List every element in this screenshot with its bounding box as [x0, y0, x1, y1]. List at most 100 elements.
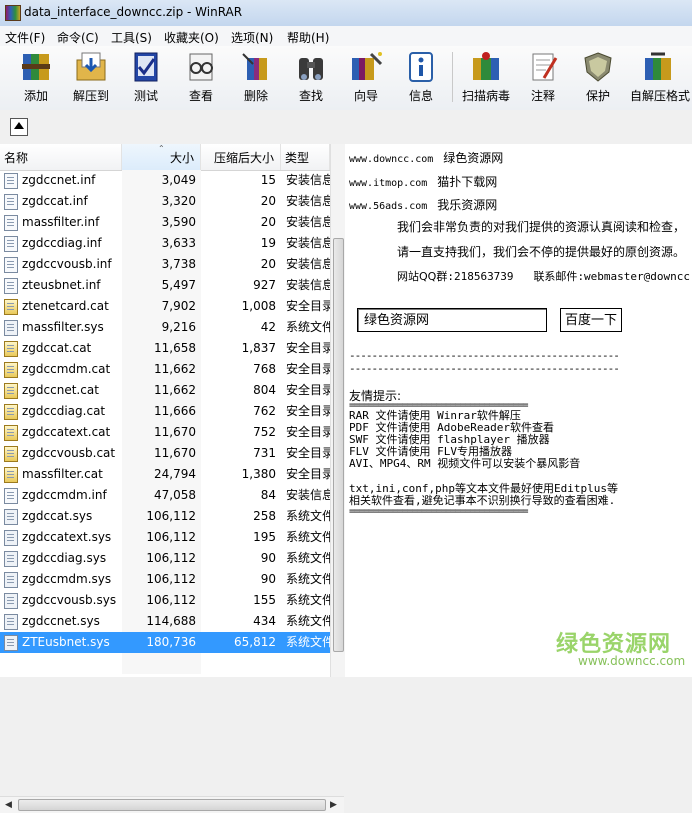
file-size: 3,738 — [161, 257, 196, 271]
scroll-left-icon[interactable]: ◀ — [5, 800, 12, 810]
file-row[interactable]: zgdccvousb.cat 11,670 731 安全目录 — [0, 443, 330, 464]
file-row[interactable]: zgdccdiag.inf 3,633 19 安装信息 — [0, 233, 330, 254]
vertical-scrollbar[interactable] — [330, 144, 345, 677]
file-type: 安全目录 — [286, 341, 330, 355]
vertical-scroll-thumb[interactable] — [333, 238, 344, 652]
file-row[interactable]: massfilter.sys 9,216 42 系统文件 — [0, 317, 330, 338]
file-row[interactable]: zgdccnet.cat 11,662 804 安全目录 — [0, 380, 330, 401]
info-button[interactable]: 信息 — [393, 48, 449, 106]
file-packed-size: 258 — [253, 509, 276, 523]
file-size: 7,902 — [161, 299, 196, 313]
file-packed-size: 155 — [253, 593, 276, 607]
file-row[interactable]: massfilter.cat 24,794 1,380 安全目录 — [0, 464, 330, 485]
sfx-label: 自解压格式 — [630, 89, 691, 103]
file-type: 安装信息 — [286, 278, 330, 292]
file-row[interactable]: zgdccvousb.sys 106,112 155 系统文件 — [0, 590, 330, 611]
column-packed[interactable]: 压缩后大小 — [201, 144, 281, 170]
file-type: 系统文件 — [286, 509, 330, 523]
file-row[interactable]: zgdccat.cat 11,658 1,837 安全目录 — [0, 338, 330, 359]
comment-label: 注释 — [530, 89, 555, 103]
site-line: www.downcc.com 绿色资源网 — [349, 149, 503, 166]
site-url: www.itmop.com — [349, 178, 428, 189]
file-packed-size: 15 — [260, 173, 276, 187]
file-row[interactable]: zgdccat.sys 106,112 258 系统文件 — [0, 506, 330, 527]
file-size: 106,112 — [146, 572, 196, 586]
file-row[interactable]: zteusbnet.inf 5,497 927 安装信息 — [0, 275, 330, 296]
column-name[interactable]: 名称 — [0, 144, 122, 170]
menu-help[interactable]: 帮助(H) — [287, 29, 329, 46]
file-row[interactable]: massfilter.inf 3,590 20 安装信息 — [0, 212, 330, 233]
file-packed-size: 20 — [260, 215, 276, 229]
file-row[interactable]: ZTEusbnet.sys 180,736 65,812 系统文件 — [0, 632, 330, 653]
cat-file-icon — [4, 299, 18, 315]
menu-options[interactable]: 选项(N) — [231, 29, 273, 46]
file-row[interactable]: zgdccatext.cat 11,670 752 安全目录 — [0, 422, 330, 443]
file-row[interactable]: zgdccdiag.cat 11,666 762 安全目录 — [0, 401, 330, 422]
tip-line: AVI、MPG4、RM 视频文件可以安装个暴风影音 — [349, 457, 581, 470]
file-row[interactable]: zgdccat.inf 3,320 20 安装信息 — [0, 191, 330, 212]
file-type: 系统文件 — [286, 614, 330, 628]
watermark-url: www.downcc.com — [578, 654, 686, 668]
view-button[interactable]: 查看 — [173, 48, 229, 106]
up-folder-icon[interactable] — [10, 118, 28, 136]
file-row[interactable]: zgdccmdm.sys 106,112 90 系统文件 — [0, 569, 330, 590]
file-row[interactable]: zgdccnet.sys 114,688 434 系统文件 — [0, 611, 330, 632]
file-row[interactable]: zgdccvousb.inf 3,738 20 安装信息 — [0, 254, 330, 275]
file-row[interactable]: zgdccmdm.cat 11,662 768 安全目录 — [0, 359, 330, 380]
menu-file[interactable]: 文件(F) — [5, 29, 45, 46]
column-type[interactable]: 类型 — [281, 144, 330, 170]
find-button[interactable]: 查找 — [283, 48, 339, 106]
sys-file-icon — [4, 593, 18, 609]
menu-commands[interactable]: 命令(C) — [57, 29, 99, 46]
file-size: 106,112 — [146, 530, 196, 544]
sfx-button[interactable]: 自解压格式 — [630, 48, 691, 106]
extract-to-button[interactable]: 解压到 — [63, 48, 119, 106]
protect-button[interactable]: 保护 — [570, 48, 626, 106]
comment-button[interactable]: 注释 — [515, 48, 571, 106]
file-packed-size: 1,380 — [241, 467, 276, 481]
site-name: 绿色资源网 — [443, 151, 504, 165]
sys-file-icon — [4, 530, 18, 546]
file-row[interactable]: zgdccdiag.sys 106,112 90 系统文件 — [0, 548, 330, 569]
file-row[interactable]: zgdccnet.inf 3,049 15 安装信息 — [0, 170, 330, 191]
file-list: 名称 ⌃ 大小 压缩后大小 类型 zgdccnet.inf 3,049 15 安装信息… — [0, 144, 345, 813]
file-size: 106,112 — [146, 551, 196, 565]
inf-file-icon — [4, 194, 18, 210]
info-icon — [404, 50, 438, 84]
file-row[interactable]: ztenetcard.cat 7,902 1,008 安全目录 — [0, 296, 330, 317]
file-name: massfilter.sys — [22, 320, 104, 334]
file-rows: zgdccnet.inf 3,049 15 安装信息 zgdccat.inf 3,320 2… — [0, 170, 330, 653]
scroll-right-icon[interactable]: ▶ — [330, 800, 337, 810]
toolbar: 添加 解压到 测试 查看 删除 查找 向导 信息 扫描病毒 注释 保护 自解压格… — [0, 46, 692, 111]
horizontal-scroll-thumb[interactable] — [18, 799, 326, 811]
file-packed-size: 20 — [260, 257, 276, 271]
file-row[interactable]: zgdccmdm.inf 47,058 84 安装信息 — [0, 485, 330, 506]
file-name: zgdccmdm.sys — [22, 572, 112, 586]
comment-icon — [526, 50, 560, 84]
file-name: ztenetcard.cat — [22, 299, 109, 313]
file-type: 安装信息 — [286, 194, 330, 208]
file-packed-size: 90 — [260, 572, 276, 586]
file-packed-size: 65,812 — [234, 635, 276, 649]
column-size[interactable]: ⌃ 大小 — [122, 144, 201, 170]
file-size: 11,666 — [154, 404, 196, 418]
test-button[interactable]: 测试 — [118, 48, 174, 106]
file-packed-size: 42 — [260, 320, 276, 334]
sys-file-icon — [4, 509, 18, 525]
file-row[interactable]: zgdccatext.sys 106,112 195 系统文件 — [0, 527, 330, 548]
horizontal-scrollbar[interactable]: ◀ ▶ — [0, 796, 344, 813]
virus-scan-button[interactable]: 扫描病毒 — [458, 48, 514, 106]
file-size: 24,794 — [154, 467, 196, 481]
file-packed-size: 752 — [253, 425, 276, 439]
file-type: 安装信息 — [286, 215, 330, 229]
menu-tools[interactable]: 工具(S) — [111, 29, 152, 46]
add-button[interactable]: 添加 — [8, 48, 64, 106]
file-type: 安全目录 — [286, 404, 330, 418]
menu-favorites[interactable]: 收藏夹(O) — [164, 29, 219, 46]
wizard-label: 向导 — [353, 89, 378, 103]
file-size: 3,590 — [161, 215, 196, 229]
add-archive-icon — [19, 50, 53, 84]
menu-bar: 文件(F) 命令(C) 工具(S) 收藏夹(O) 选项(N) 帮助(H) — [0, 26, 692, 47]
wizard-button[interactable]: 向导 — [338, 48, 394, 106]
delete-button[interactable]: 删除 — [228, 48, 284, 106]
